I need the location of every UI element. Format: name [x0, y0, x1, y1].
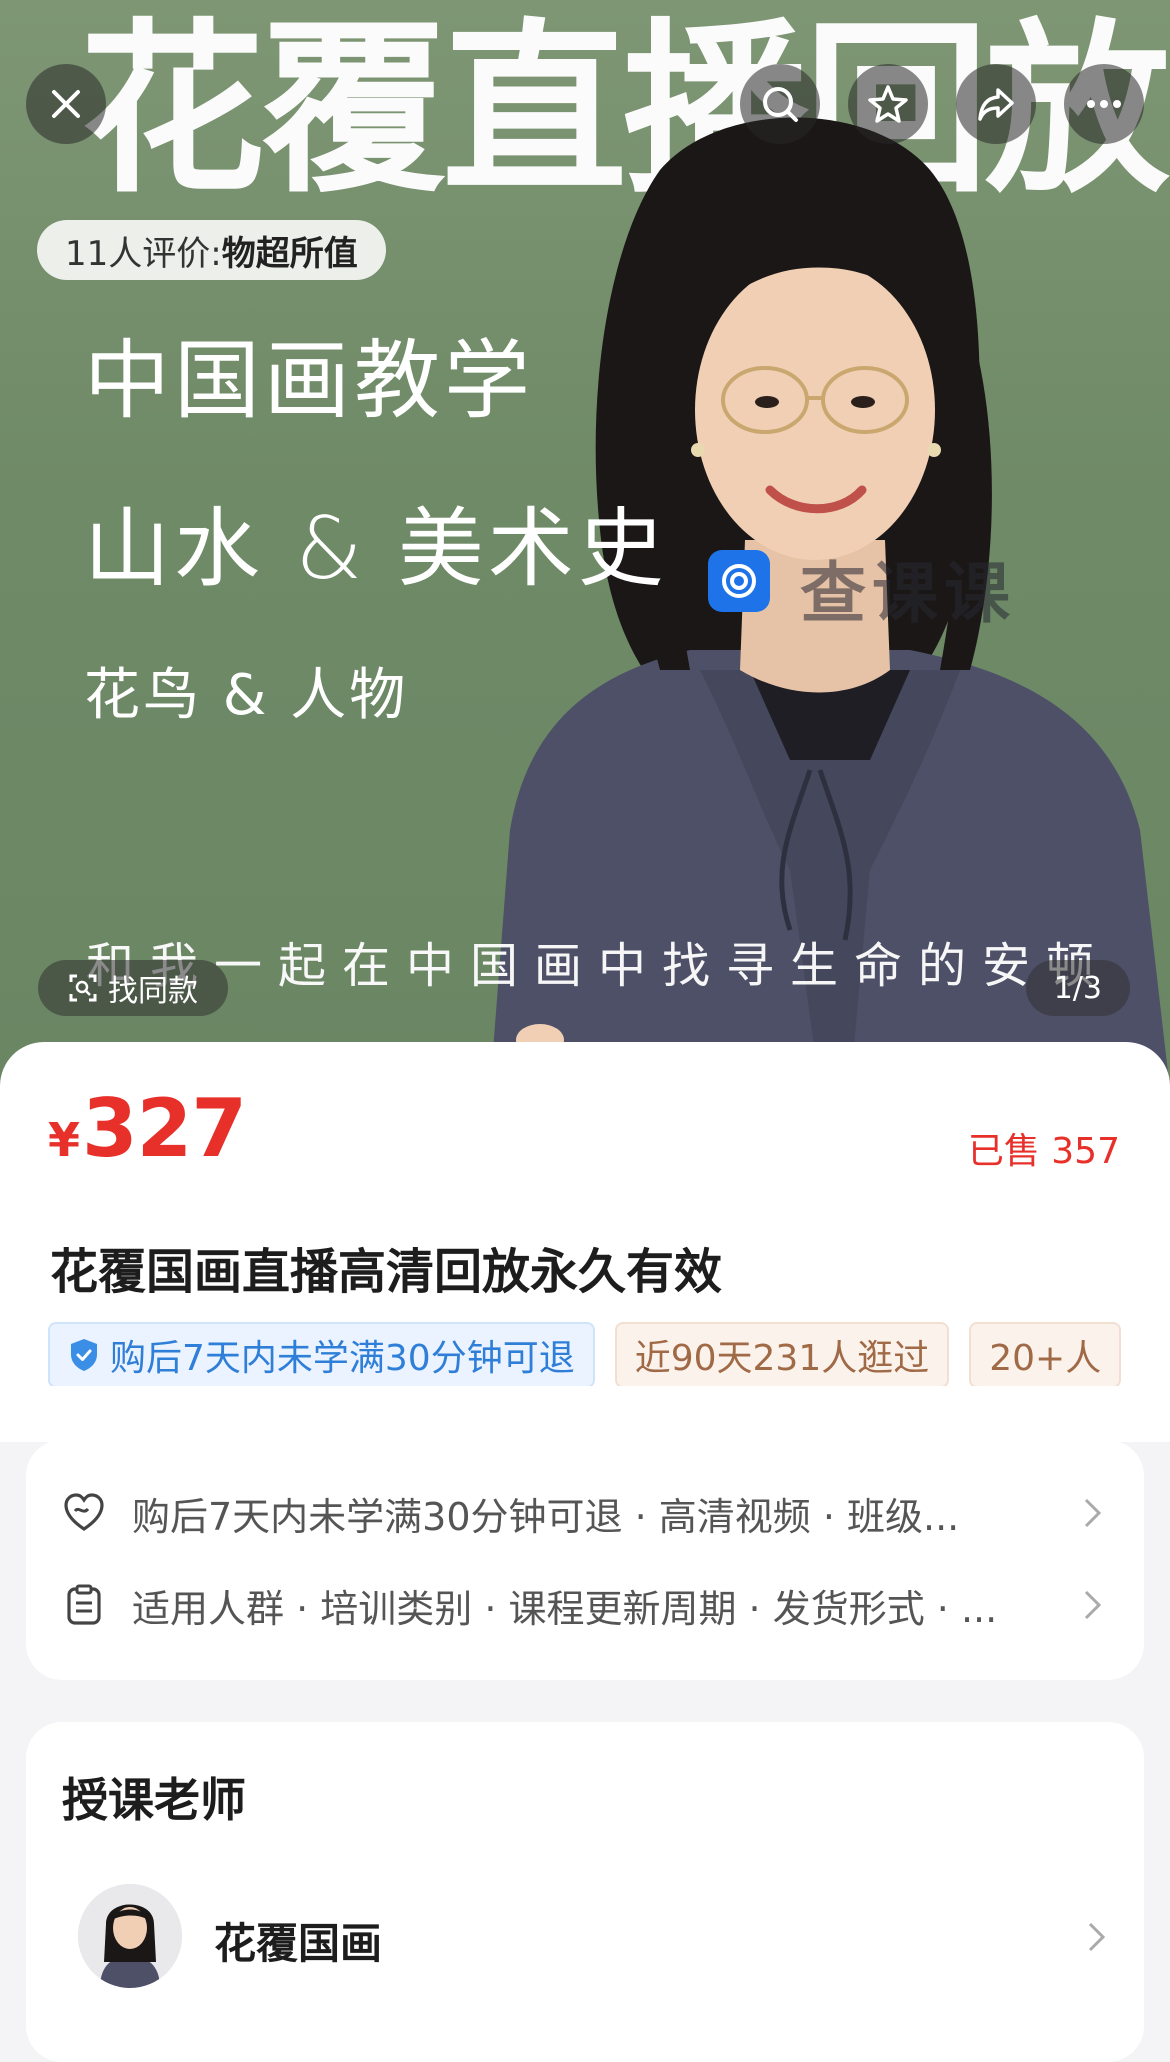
- watermark-logo-icon: [708, 550, 770, 612]
- close-icon: [52, 90, 80, 118]
- extra-tag-text: 20+人: [989, 1338, 1102, 1379]
- close-button[interactable]: [26, 64, 106, 144]
- price: ¥ 327: [48, 1082, 247, 1175]
- refund-policy-text: 购后7天内未学满30分钟可退: [110, 1338, 575, 1379]
- teacher-name[interactable]: 花覆国画: [214, 1910, 382, 1971]
- hero-subtitle-3: 花鸟 & 人物: [84, 663, 409, 728]
- clipboard-icon: [67, 1584, 101, 1625]
- product-title: 花覆国画直播高清回放永久有效: [50, 1244, 723, 1300]
- course-params-text: 适用人群 · 培训类别 · 课程更新周期 · 发货形式 · ...: [132, 1586, 998, 1631]
- course-params-row[interactable]: 适用人群 · 培训类别 · 课程更新周期 · 发货形式 · ...: [62, 1570, 1112, 1640]
- chevron-right-icon[interactable]: [1086, 1920, 1108, 1954]
- hero-motto: 和我一起在中国画中找寻生命的安顿: [86, 938, 1111, 994]
- image-page-counter: 1/3: [1025, 960, 1130, 1016]
- share-icon: [978, 88, 1014, 121]
- currency-symbol: ¥: [48, 1113, 81, 1167]
- search-button[interactable]: [740, 64, 820, 144]
- more-icon: [1087, 100, 1121, 108]
- teacher-avatar[interactable]: [78, 1884, 182, 1988]
- refund-policy-tag[interactable]: 购后7天内未学满30分钟可退: [48, 1322, 595, 1386]
- heart-shield-icon: [64, 1493, 104, 1531]
- rating-value: 物超所值: [221, 233, 358, 274]
- service-info-card: 购后7天内未学满30分钟可退 · 高清视频 · 班级... 适用人群 · 培训类…: [26, 1440, 1144, 1680]
- rating-prefix: 11人评价:: [65, 233, 222, 274]
- product-image-carousel[interactable]: 花覆直播回放 11人评价: 物超所值 中国画教学 山水 & 美术史 花鸟 & 人…: [0, 0, 1170, 1090]
- extra-tag: 20+人: [969, 1322, 1122, 1386]
- product-summary-card: ¥ 327 已售 357 花覆国画直播高清回放永久有效 购后7天内未学满30分钟…: [0, 1042, 1170, 1442]
- chevron-right-icon: [1084, 1590, 1102, 1620]
- watermark-text: 查课课: [800, 555, 1016, 632]
- more-button[interactable]: [1064, 64, 1144, 144]
- chevron-right-icon: [1084, 1498, 1102, 1528]
- product-tags: 购后7天内未学满30分钟可退 近90天231人逛过 20+人: [48, 1322, 1122, 1386]
- service-guarantee-text: 购后7天内未学满30分钟可退 · 高清视频 · 班级...: [132, 1494, 960, 1539]
- star-icon: [868, 85, 908, 123]
- share-button[interactable]: [956, 64, 1036, 144]
- favorite-button[interactable]: [848, 64, 928, 144]
- teacher-heading: 授课老师: [62, 1773, 246, 1827]
- scan-icon: [69, 974, 97, 1002]
- price-value: 327: [82, 1082, 247, 1175]
- rating-badge[interactable]: 11人评价: 物超所值: [37, 220, 386, 280]
- search-icon: [763, 87, 798, 122]
- service-guarantee-row[interactable]: 购后7天内未学满30分钟可退 · 高清视频 · 班级...: [62, 1478, 1112, 1548]
- shield-check-icon: [71, 1339, 97, 1371]
- hero-subtitle-1: 中国画教学: [84, 331, 534, 431]
- visits-text: 近90天231人逛过: [634, 1338, 930, 1379]
- find-similar-label: 找同款: [108, 974, 198, 1009]
- sold-count: 已售 357: [967, 1131, 1120, 1172]
- find-similar-button[interactable]: 找同款: [38, 960, 228, 1016]
- hero-subtitle-2: 山水 & 美术史: [84, 499, 668, 599]
- visits-tag: 近90天231人逛过: [614, 1322, 950, 1386]
- teacher-card: 授课老师 花覆国画: [26, 1722, 1144, 2062]
